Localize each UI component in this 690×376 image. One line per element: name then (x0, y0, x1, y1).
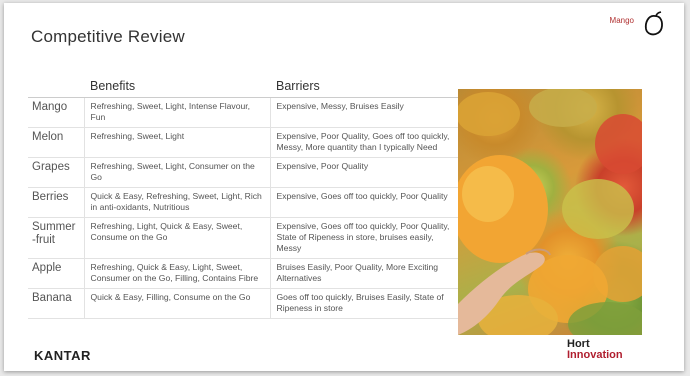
table-row: Banana Quick & Easy, Filling, Consume on … (28, 288, 458, 319)
fruit-name: Mango (28, 97, 85, 128)
mango-icon (644, 11, 663, 36)
column-header-barriers: Barriers (270, 73, 458, 98)
page-title: Competitive Review (31, 27, 185, 46)
benefits-cell: Refreshing, Sweet, Light, Consumer on th… (84, 157, 271, 188)
fruit-name: Berries (28, 187, 85, 218)
barriers-cell: Expensive, Poor Quality, Goes off too qu… (270, 127, 458, 158)
fruit-name: Apple (28, 258, 85, 289)
barriers-cell: Bruises Easily, Poor Quality, More Excit… (270, 258, 458, 289)
kantar-logo: KANTAR (34, 348, 91, 363)
table-row: Apple Refreshing, Quick & Easy, Light, Sw… (28, 258, 458, 289)
benefits-cell: Refreshing, Quick & Easy, Light, Sweet, … (84, 258, 271, 289)
table-row: Grapes Refreshing, Sweet, Light, Consumer… (28, 157, 458, 188)
fruit-name: Banana (28, 288, 85, 319)
hort-innovation-logo: Hort Innovation (567, 339, 637, 361)
slide: Competitive Review Mango Benefits Barrie… (4, 3, 684, 371)
mango-photo (458, 89, 642, 335)
table-row: Mango Refreshing, Sweet, Light, Intense F… (28, 97, 458, 128)
benefits-cell: Quick & Easy, Refreshing, Sweet, Light, … (84, 187, 271, 218)
brand-label: Mango (609, 16, 634, 25)
benefits-cell: Refreshing, Sweet, Light, Intense Flavou… (84, 97, 271, 128)
barriers-cell: Expensive, Goes off too quickly, Poor Qu… (270, 217, 458, 259)
column-header-benefits: Benefits (84, 73, 270, 98)
hort-logo-line2: Innovation (567, 349, 623, 361)
fruit-name: Summer -fruit (28, 217, 85, 259)
benefits-cell: Refreshing, Light, Quick & Easy, Sweet, … (84, 217, 271, 259)
competitive-table: Benefits Barriers Mango Refreshing, Sweet… (28, 73, 458, 319)
benefits-cell: Quick & Easy, Filling, Consume on the Go (84, 288, 271, 319)
column-header-fruit (28, 73, 84, 98)
barriers-cell: Expensive, Poor Quality (270, 157, 458, 188)
table-header-row: Benefits Barriers (28, 73, 458, 98)
barriers-cell: Goes off too quickly, Bruises Easily, St… (270, 288, 458, 319)
table-row: Summer -fruit Refreshing, Light, Quick & … (28, 217, 458, 259)
fruit-name: Melon (28, 127, 85, 158)
barriers-cell: Expensive, Messy, Bruises Easily (270, 97, 458, 128)
benefits-cell: Refreshing, Sweet, Light (84, 127, 271, 158)
table-row: Berries Quick & Easy, Refreshing, Sweet, … (28, 187, 458, 218)
table-row: Melon Refreshing, Sweet, Light Expensive, … (28, 127, 458, 158)
mango-photo-illustration (458, 89, 642, 335)
barriers-cell: Expensive, Goes off too quickly, Poor Qu… (270, 187, 458, 218)
fruit-name: Grapes (28, 157, 85, 188)
